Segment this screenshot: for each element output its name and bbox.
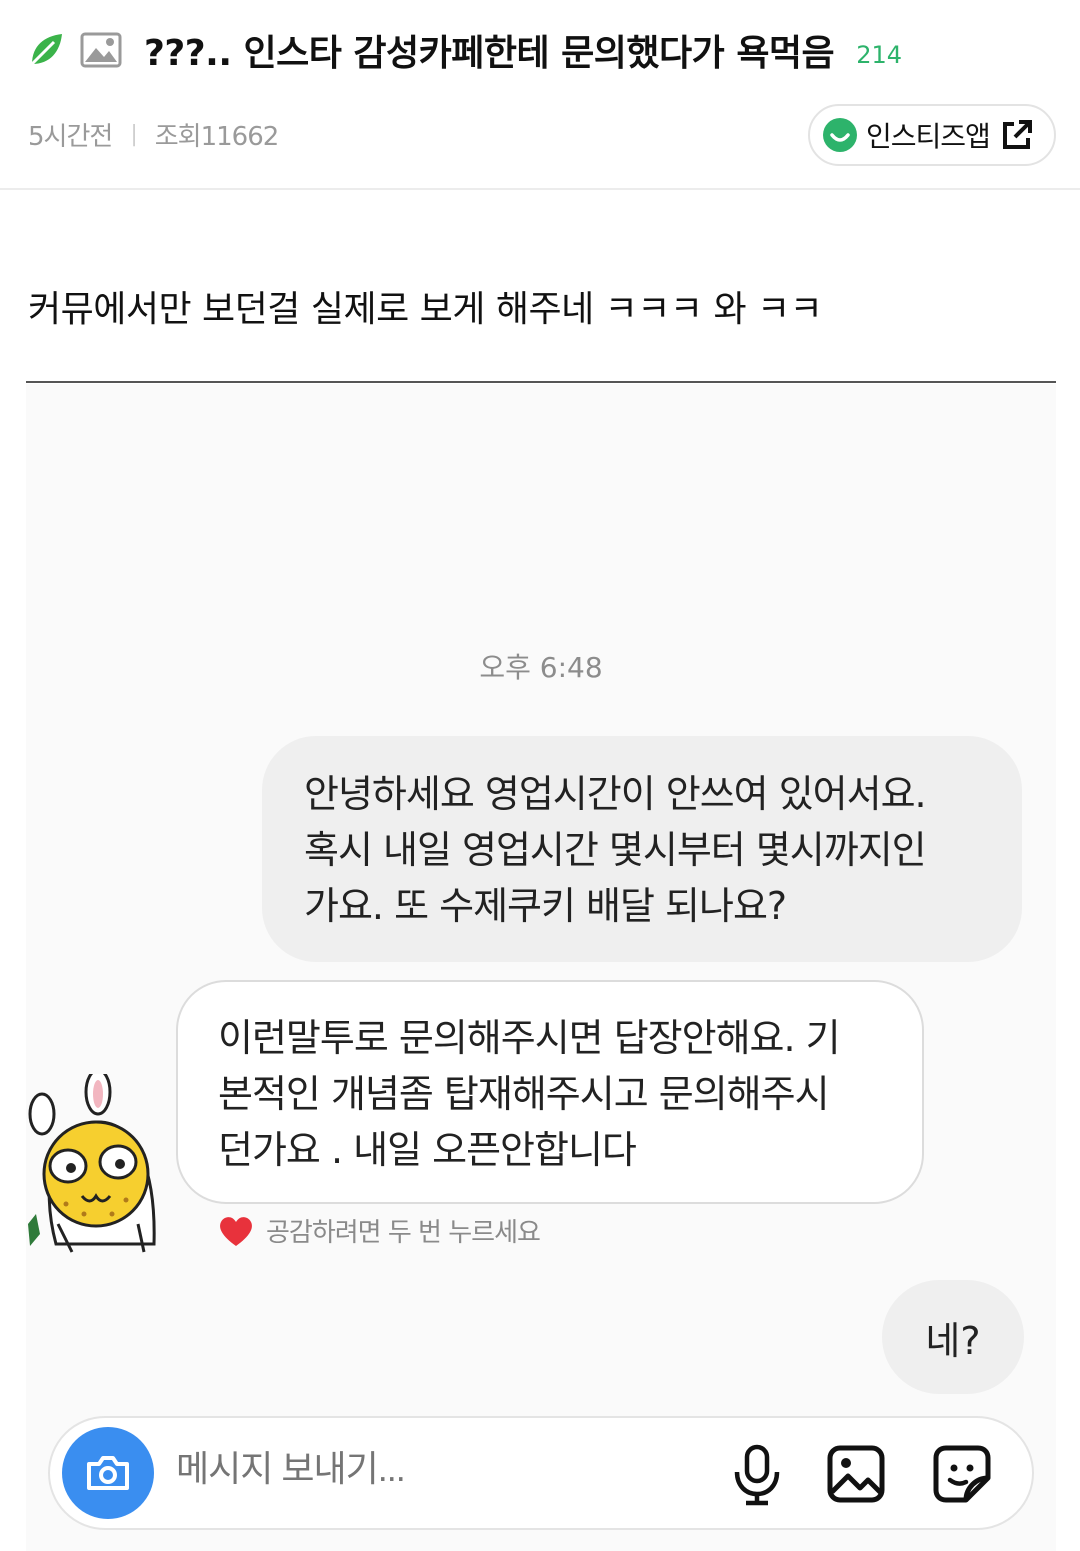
post-title: ???.. 인스타 감성카페한테 문의했다가 욕먹음 (144, 33, 835, 74)
time-ago: 5시간전 (28, 122, 113, 152)
comment-count[interactable]: 214 (856, 41, 902, 69)
sent-message-line: 안녕하세요 영업시간이 안쓰여 있어서요. (304, 772, 927, 816)
open-app-button[interactable]: 인스티즈앱 (808, 104, 1056, 166)
like-hint-row[interactable]: 공감하려면 두 번 누르세요 (218, 1212, 541, 1249)
gallery-icon[interactable] (826, 1444, 886, 1504)
received-message-line: 던가요 . 내일 오픈안합니다 (218, 1128, 637, 1172)
app-button-label: 인스티즈앱 (866, 120, 991, 153)
title-row: ???.. 인스타 감성카페한테 문의했다가 욕먹음 214 (26, 24, 902, 76)
received-message-bubble: 이런말투로 문의해주시면 답장안해요. 기 본적인 개념좀 탑재해주시고 문의해… (176, 980, 924, 1204)
message-input[interactable] (176, 1448, 641, 1490)
camera-button[interactable] (62, 1427, 154, 1519)
chat-timestamp: 오후 6:48 (479, 651, 603, 684)
image-icon (80, 32, 122, 68)
external-link-icon (1000, 118, 1034, 152)
post-meta: 5시간전 | 조회11662 (28, 116, 280, 153)
camera-icon (85, 1454, 131, 1492)
content-divider (26, 381, 1056, 383)
sticker-icon[interactable] (932, 1444, 992, 1504)
view-count: 조회11662 (154, 122, 280, 152)
meta-separator: | (130, 122, 137, 147)
received-message-line: 본적인 개념좀 탑재해주시고 문의해주시 (218, 1072, 830, 1116)
post-header: ???.. 인스타 감성카페한테 문의했다가 욕먹음 214 5시간전 | 조회… (0, 0, 1080, 190)
sent-message-line: 혹시 내일 영업시간 몇시부터 몇시까지인 (304, 828, 927, 872)
sent-message-bubble: 안녕하세요 영업시간이 안쓰여 있어서요. 혹시 내일 영업시간 몇시부터 몇시… (262, 736, 1022, 962)
heart-icon[interactable] (218, 1214, 254, 1248)
reply-message-text: 네? (925, 1318, 981, 1363)
like-hint-text: 공감하려면 두 번 누르세요 (266, 1218, 541, 1248)
smile-icon (822, 117, 858, 153)
received-message-line: 이런말투로 문의해주시면 답장안해요. 기 (218, 1016, 841, 1060)
reply-message-bubble: 네? (882, 1280, 1024, 1394)
mic-icon[interactable] (730, 1444, 784, 1506)
chat-screenshot: 오후 6:48 안녕하세요 영업시간이 안쓰여 있어서요. 혹시 내일 영업시간… (26, 384, 1056, 1551)
post-body-text: 커뮤에서만 보던걸 실제로 보게 해주네 ㅋㅋㅋ 와 ㅋㅋ (28, 289, 823, 330)
sent-message-line: 가요. 또 수제쿠키 배달 되나요? (304, 884, 787, 928)
message-composer (48, 1416, 1034, 1530)
leaf-icon (26, 30, 66, 70)
avatar (26, 1068, 166, 1264)
